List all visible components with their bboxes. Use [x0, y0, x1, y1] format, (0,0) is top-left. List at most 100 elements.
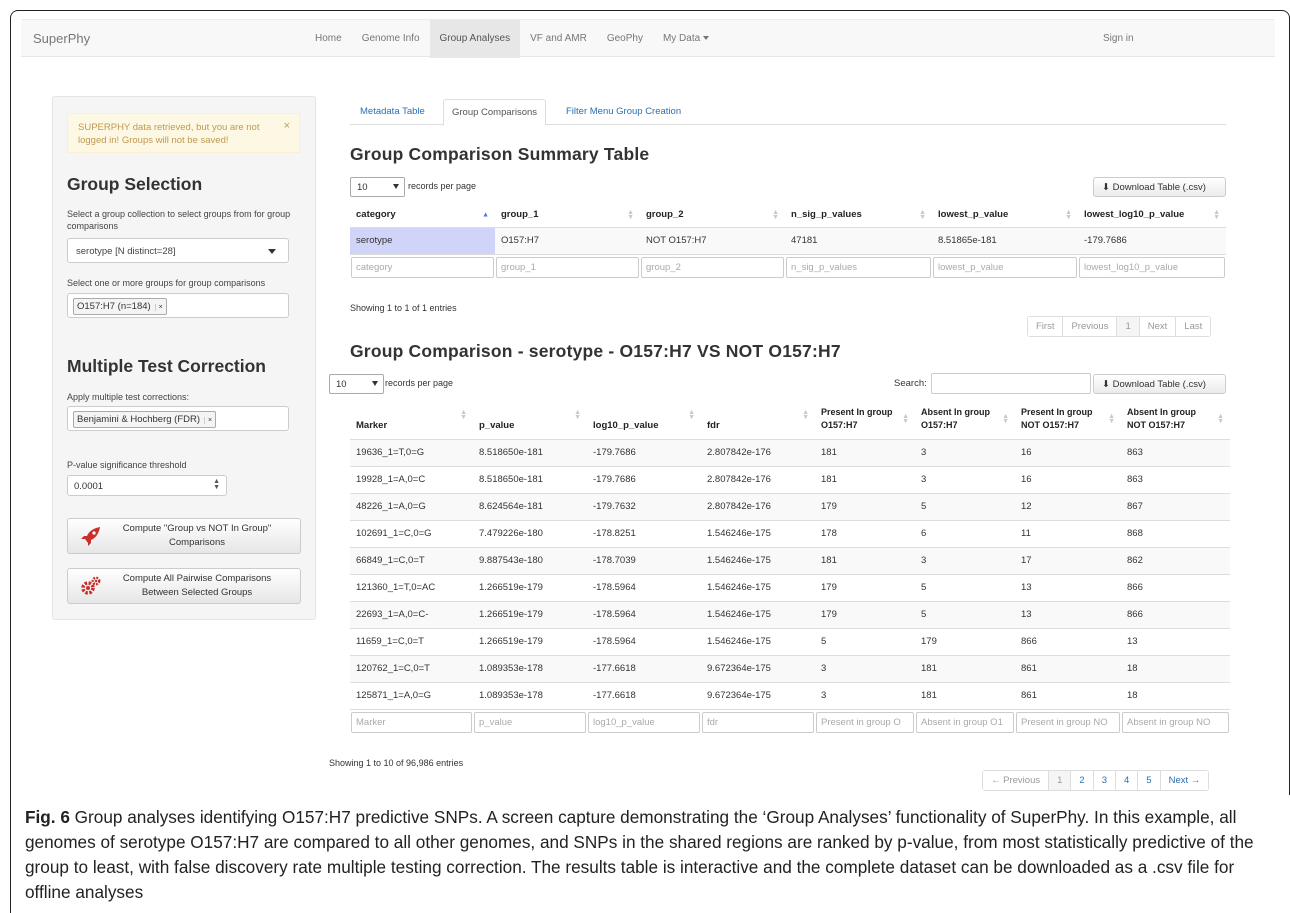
- pager-page-2[interactable]: 2: [1070, 771, 1093, 790]
- sign-in-link[interactable]: Sign in: [1103, 20, 1134, 58]
- comparison-col-p-value[interactable]: p_value ▲ ▼: [473, 399, 587, 440]
- nav-my-data[interactable]: My Data: [653, 20, 719, 58]
- mtc-multiselect[interactable]: Benjamini & Hochberg (FDR) ×: [67, 406, 289, 431]
- filter-input[interactable]: Marker: [351, 711, 472, 733]
- filter-input[interactable]: log10_p_value: [588, 711, 700, 733]
- comparison-pager: ← Previous 1 2 3 4 5 Next →: [982, 770, 1210, 791]
- summary-title: Group Comparison Summary Table: [350, 144, 650, 164]
- brand-link[interactable]: SuperPhy: [33, 31, 90, 46]
- remove-tag-icon[interactable]: ×: [154, 304, 163, 311]
- summary-col-group-1[interactable]: group_1 ▲ ▼: [495, 203, 640, 228]
- comparison-col-present-in[interactable]: Present In group O157:H7 ▲ ▼: [815, 399, 915, 440]
- nav-home[interactable]: Home: [305, 20, 352, 58]
- pager-page-3[interactable]: 3: [1092, 771, 1115, 790]
- col-label: lowest_p_value: [938, 209, 1009, 221]
- tab-group-comparisons[interactable]: Group Comparisons: [443, 99, 547, 126]
- remove-tag-icon[interactable]: ×: [204, 417, 213, 424]
- filter-input-group-2[interactable]: group_2: [641, 256, 784, 278]
- pager-page-1[interactable]: 1: [1048, 771, 1071, 790]
- dropdown-arrow-icon: [372, 381, 378, 386]
- filter-input[interactable]: Absent in group O1: [916, 711, 1014, 733]
- filter-input[interactable]: fdr: [702, 711, 814, 733]
- pager-previous[interactable]: ← Previous: [983, 771, 1049, 790]
- filter-input-category[interactable]: category: [351, 256, 494, 278]
- summary-download-button[interactable]: ⬇ Download Table (.csv): [1093, 177, 1226, 197]
- comparison-length-select[interactable]: 10: [329, 374, 384, 394]
- table-cell: 102691_1=C,0=G: [350, 519, 473, 547]
- pager-first[interactable]: First: [1028, 317, 1063, 336]
- nav-group-analyses[interactable]: Group Analyses: [429, 20, 521, 58]
- summary-length-select[interactable]: 10: [350, 177, 405, 197]
- table-cell: -178.5964: [587, 573, 701, 601]
- search-label: Search:: [894, 378, 927, 389]
- navbar: SuperPhy Home Genome Info Group Analyses…: [21, 19, 1275, 58]
- pager-next[interactable]: Next: [1138, 317, 1176, 336]
- pager-page-1[interactable]: 1: [1116, 317, 1139, 336]
- nav-vf-amr[interactable]: VF and AMR: [520, 20, 597, 58]
- table-cell: 9.887543e-180: [473, 546, 587, 574]
- search-input[interactable]: [931, 373, 1091, 394]
- table-cell: 8.624564e-181: [473, 492, 587, 520]
- filter-input-n-sig[interactable]: n_sig_p_values: [786, 256, 931, 278]
- sort-icon: ▲ ▼: [627, 208, 634, 221]
- comparison-body: 19636_1=T,0=G 8.518650e-181 -179.7686 2.807…: [350, 438, 1230, 735]
- table-cell: 179: [815, 600, 915, 628]
- tab-filter-menu[interactable]: Filter Menu Group Creation: [558, 99, 689, 125]
- comparison-download-button[interactable]: ⬇ Download Table (.csv): [1093, 374, 1226, 394]
- table-cell: 3: [815, 654, 915, 682]
- compute-group-vs-not-button[interactable]: Compute "Group vs NOT In Group" Comparis…: [67, 518, 301, 554]
- sidebar: SUPERPHY data retrieved, but you are not…: [52, 96, 316, 620]
- table-cell: 13: [1015, 573, 1121, 601]
- pager-page-5[interactable]: 5: [1137, 771, 1160, 790]
- filter-input-lowest-p[interactable]: lowest_p_value: [933, 256, 1077, 278]
- compute-pairwise-button[interactable]: Compute All Pairwise Comparisons Between…: [67, 568, 301, 604]
- pager-next[interactable]: Next →: [1159, 771, 1209, 790]
- comparison-col-marker[interactable]: Marker ▲ ▼: [350, 399, 473, 440]
- table-cell: 1.546246e-175: [701, 573, 815, 601]
- table-cell: 7.479226e-180: [473, 519, 587, 547]
- filter-input[interactable]: Absent in group NO: [1122, 711, 1229, 733]
- table-row: 22693_1=A,0=C- 1.266519e-179 -178.5964 1.54…: [350, 600, 1230, 628]
- comparison-col-fdr[interactable]: fdr ▲ ▼: [701, 399, 815, 440]
- sort-asc-icon: ▲: [482, 211, 489, 219]
- summary-col-group-2[interactable]: group_2 ▲ ▼: [640, 203, 785, 228]
- table-cell: 1.089353e-178: [473, 654, 587, 682]
- summary-col-lowest-log10[interactable]: lowest_log10_p_value ▲ ▼: [1078, 203, 1226, 228]
- table-cell: 5: [915, 492, 1015, 520]
- comparison-filter-row: Marker p_value log10_p_value fdr Present in …: [350, 708, 1230, 735]
- close-icon[interactable]: ×: [284, 120, 290, 133]
- groups-multiselect[interactable]: O157:H7 (n=184) ×: [67, 293, 289, 318]
- table-row: 102691_1=C,0=G 7.479226e-180 -178.8251 1.54…: [350, 519, 1230, 547]
- comparison-col-absent-not[interactable]: Absent In group NOT O157:H7 ▲ ▼: [1121, 399, 1230, 440]
- table-cell: -177.6618: [587, 681, 701, 709]
- table-cell: 11659_1=C,0=T: [350, 627, 473, 655]
- nav-genome-info[interactable]: Genome Info: [352, 20, 430, 58]
- filter-input-group-1[interactable]: group_1: [496, 256, 639, 278]
- nav-geophy[interactable]: GeoPhy: [597, 20, 653, 58]
- summary-col-category[interactable]: category ▲: [350, 203, 495, 228]
- comparison-col-present-not[interactable]: Present In group NOT O157:H7 ▲ ▼: [1015, 399, 1121, 440]
- comparison-col-absent-in[interactable]: Absent In group O157:H7 ▲ ▼: [915, 399, 1015, 440]
- filter-input-lowest-log10[interactable]: lowest_log10_p_value: [1079, 256, 1225, 278]
- comparison-col-log10-p[interactable]: log10_p_value ▲ ▼: [587, 399, 701, 440]
- summary-col-lowest-p[interactable]: lowest_p_value ▲ ▼: [932, 203, 1078, 228]
- pager-last[interactable]: Last: [1175, 317, 1211, 336]
- summary-col-n-sig[interactable]: n_sig_p_values ▲ ▼: [785, 203, 932, 228]
- table-cell: 1.546246e-175: [701, 519, 815, 547]
- comparison-download-label: Download Table (.csv): [1112, 379, 1206, 390]
- tab-metadata-table[interactable]: Metadata Table: [352, 99, 433, 125]
- table-cell: 2.807842e-176: [701, 465, 815, 493]
- spinner-icon[interactable]: ▲ ▼: [213, 478, 220, 491]
- pager-previous[interactable]: Previous: [1062, 317, 1117, 336]
- filter-input[interactable]: p_value: [474, 711, 586, 733]
- filter-input[interactable]: Present in group NO: [1016, 711, 1120, 733]
- collection-select[interactable]: serotype [N distinct=28]: [67, 238, 289, 263]
- filter-cell: Present in group O: [815, 708, 915, 735]
- filter-input[interactable]: Present in group O: [816, 711, 914, 733]
- sort-icon: ▲ ▼: [1108, 412, 1115, 425]
- filter-cell: lowest_p_value: [932, 253, 1078, 280]
- mtc-title: Multiple Test Correction: [67, 356, 266, 376]
- pager-page-4[interactable]: 4: [1115, 771, 1138, 790]
- summary-pager: First Previous 1 Next Last: [1027, 316, 1212, 337]
- pval-input[interactable]: 0.0001 ▲ ▼: [67, 475, 227, 496]
